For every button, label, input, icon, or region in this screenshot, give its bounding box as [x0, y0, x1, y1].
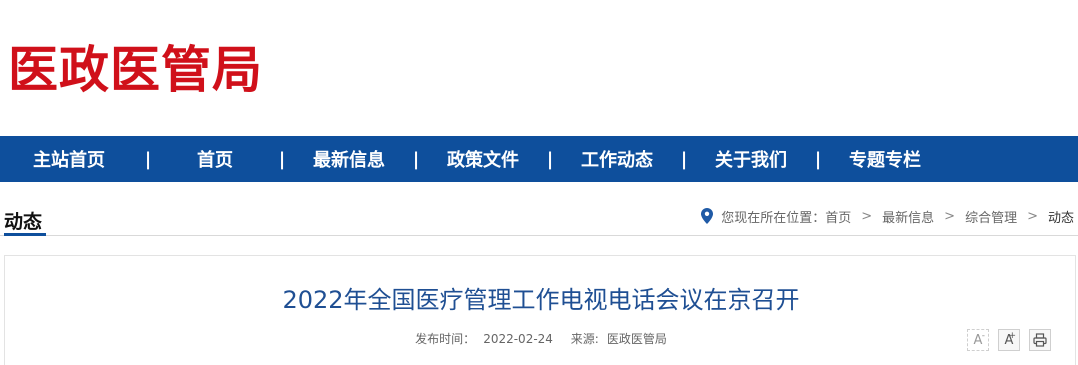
- breadcrumb-item-current[interactable]: 动态: [1048, 207, 1074, 226]
- publish-date: 2022-02-24: [483, 332, 553, 346]
- breadcrumb-item-home[interactable]: 首页: [825, 207, 851, 226]
- font-smaller-button[interactable]: A-: [967, 329, 989, 351]
- article-title: 2022年全国医疗管理工作电视电话会议在京召开: [282, 286, 800, 314]
- breadcrumb-separator: >: [1027, 208, 1038, 224]
- printer-icon: [1033, 333, 1047, 347]
- nav-separator: |: [814, 148, 822, 170]
- breadcrumb-prefix: 您现在所在位置：: [721, 210, 826, 226]
- section-title-underline: [4, 233, 46, 236]
- print-button[interactable]: [1029, 329, 1051, 351]
- publish-label: 发布时间：: [415, 332, 476, 346]
- nav-separator: |: [546, 148, 554, 170]
- article-panel: 2022年全国医疗管理工作电视电话会议在京召开 发布时间： 2022-02-24 …: [4, 255, 1076, 365]
- nav-item-main-home[interactable]: 主站首页: [0, 146, 138, 172]
- article-meta: 发布时间： 2022-02-24 来源: 医政医管局: [5, 330, 1077, 347]
- source-label: 来源:: [570, 332, 599, 346]
- nav-separator: |: [144, 148, 152, 170]
- breadcrumb: 您现在所在位置： 首页 > 最新信息 > 综合管理 > 动态: [701, 206, 1074, 226]
- breadcrumb-separator: >: [861, 208, 873, 224]
- nav-separator: |: [278, 148, 286, 170]
- breadcrumb-separator: >: [944, 208, 956, 224]
- location-pin-icon: [701, 208, 714, 224]
- main-nav: 主站首页 | 首页 | 最新信息 | 政策文件 | 工作动态 | 关于我们 | …: [0, 136, 1078, 182]
- site-header: 医政医管局: [0, 0, 1078, 136]
- section-divider: [0, 235, 1078, 236]
- nav-separator: |: [680, 148, 688, 170]
- nav-item-about[interactable]: 关于我们: [694, 146, 808, 172]
- nav-item-special[interactable]: 专题专栏: [828, 146, 942, 172]
- nav-item-policy[interactable]: 政策文件: [426, 146, 540, 172]
- page: 医政医管局 主站首页 | 首页 | 最新信息 | 政策文件 | 工作动态 | 关…: [0, 0, 1078, 365]
- article-tools: A- A +: [967, 329, 1051, 351]
- nav-item-latest[interactable]: 最新信息: [292, 146, 406, 172]
- source-value: 医政医管局: [606, 332, 667, 346]
- font-smaller-mark: -: [981, 331, 985, 341]
- site-logo[interactable]: 医政医管局: [8, 40, 263, 100]
- font-larger-button[interactable]: A +: [998, 329, 1020, 351]
- font-larger-mark: +: [1008, 331, 1016, 341]
- nav-item-home[interactable]: 首页: [158, 146, 272, 172]
- breadcrumb-item-latest[interactable]: 最新信息: [882, 207, 934, 226]
- nav-item-work-news[interactable]: 工作动态: [560, 146, 674, 172]
- breadcrumb-item-general[interactable]: 综合管理: [965, 207, 1017, 226]
- nav-separator: |: [412, 148, 420, 170]
